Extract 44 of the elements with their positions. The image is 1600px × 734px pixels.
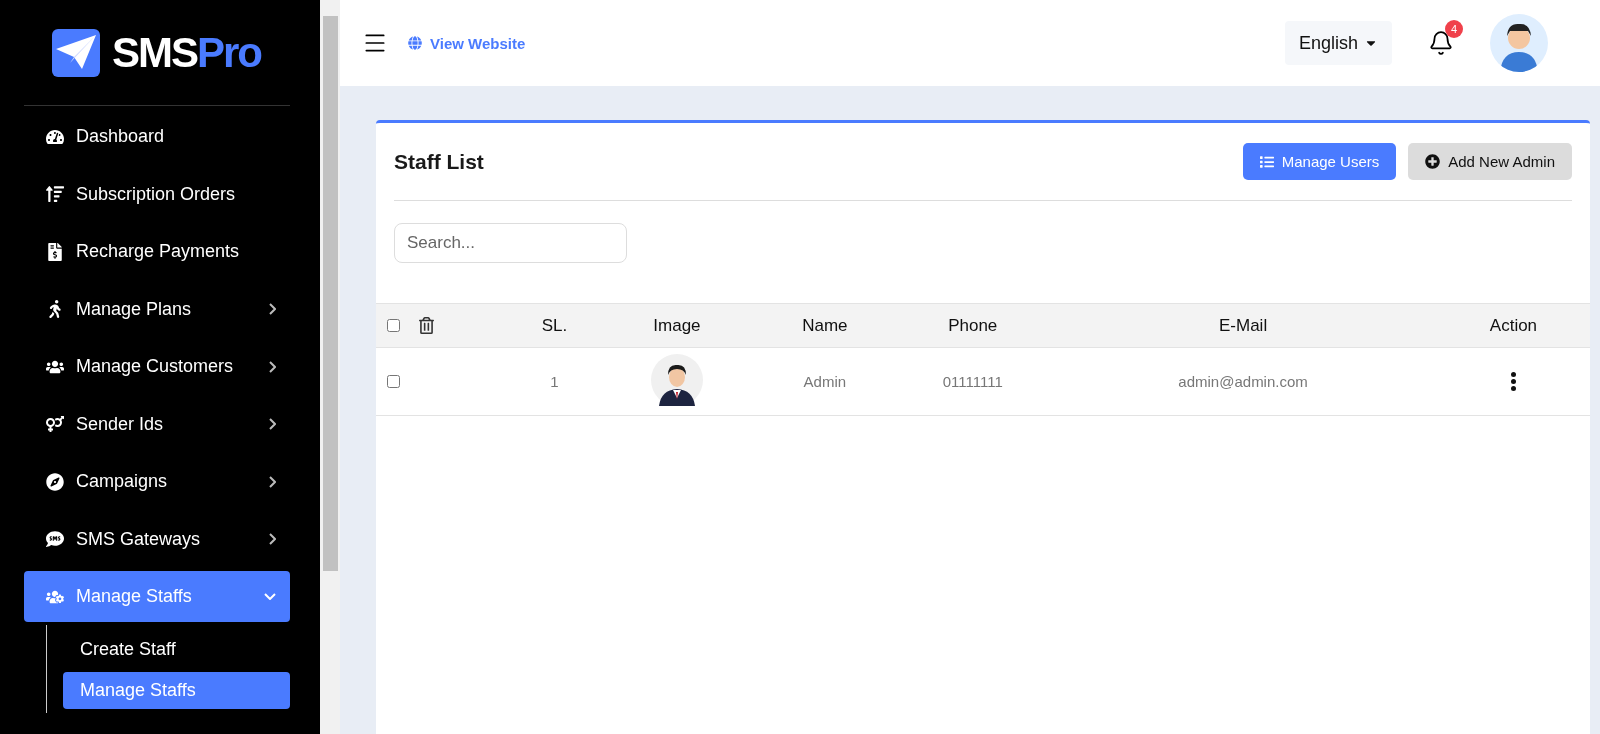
sidebar-item[interactable]: Manage Customers xyxy=(24,338,290,396)
row-checkbox[interactable] xyxy=(387,375,400,388)
column-header: Name xyxy=(753,303,897,348)
column-header: E-Mail xyxy=(1049,303,1437,348)
person-placeholder-icon xyxy=(650,354,703,406)
scrollbar[interactable] xyxy=(320,0,340,734)
sidebar-item[interactable]: Recharge Payments xyxy=(24,223,290,281)
table-cell: 01111111 xyxy=(896,347,1050,416)
search-field[interactable]: Search... xyxy=(394,223,627,263)
column-header: SL. xyxy=(508,303,601,348)
table-cell: admin@admin.com xyxy=(1049,347,1437,416)
manage-users-button[interactable]: Manage Users xyxy=(1242,143,1397,180)
view-website-link[interactable]: View Website xyxy=(408,34,526,52)
table-cell: 1 xyxy=(508,347,601,416)
card-title: Staff List xyxy=(394,149,485,174)
sidebar-item[interactable]: Manage Staffs xyxy=(24,571,290,622)
language-dropdown[interactable]: English xyxy=(1284,21,1392,65)
gender-icon xyxy=(46,415,64,434)
trash-icon[interactable] xyxy=(418,317,435,334)
list-icon xyxy=(1259,154,1274,169)
sidebar-item[interactable]: Campaigns xyxy=(24,453,290,511)
add-admin-button[interactable]: Add New Admin xyxy=(1408,143,1572,180)
sms-bubble-icon xyxy=(46,530,64,549)
globe-icon xyxy=(408,36,422,50)
sidebar-item[interactable]: Subscription Orders xyxy=(24,165,290,223)
sidebar-item[interactable]: Dashboard xyxy=(24,108,290,166)
column-header: Image xyxy=(600,303,754,348)
table-cell: Admin xyxy=(753,347,897,416)
column-header: Action xyxy=(1436,303,1590,348)
submenu-item[interactable]: Create Staff xyxy=(63,631,290,668)
sidebar-item[interactable]: Sender Ids xyxy=(24,395,290,453)
select-all-checkbox[interactable] xyxy=(387,319,400,332)
gauge-icon xyxy=(46,127,64,146)
logo-text: SMSPro xyxy=(112,28,262,77)
sort-icon xyxy=(46,185,64,204)
notification-badge: 4 xyxy=(1445,20,1463,38)
paper-plane-logo-icon xyxy=(52,28,100,77)
invoice-icon xyxy=(46,242,64,261)
sidebar-item[interactable]: SMS Gateways xyxy=(24,510,290,568)
column-header: Phone xyxy=(896,303,1050,348)
submenu-item[interactable]: Manage Staffs xyxy=(63,672,290,709)
vertical-dots-icon xyxy=(1510,372,1516,391)
compass-icon xyxy=(46,472,64,491)
sidebar-item[interactable]: Manage Plans xyxy=(24,280,290,338)
